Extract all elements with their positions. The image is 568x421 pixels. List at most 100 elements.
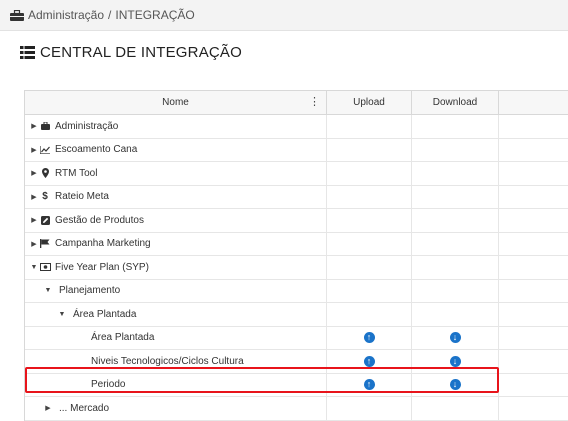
row-name-cell: ▶ RTM Tool — [25, 162, 327, 185]
download-icon[interactable]: ↓ — [449, 379, 461, 391]
collapse-arrow-icon[interactable]: ▼ — [29, 264, 39, 271]
expand-arrow-icon[interactable]: ▶ — [29, 146, 39, 154]
expand-arrow-icon[interactable]: ▶ — [29, 169, 39, 177]
download-icon[interactable]: ↓ — [449, 355, 461, 367]
row-empty-cell — [499, 397, 568, 420]
page-title-text: CENTRAL DE INTEGRAÇÃO — [40, 44, 243, 61]
row-empty-cell — [499, 162, 568, 185]
briefcase-icon — [10, 9, 24, 21]
row-label: RTM Tool — [55, 167, 98, 179]
row-label: Campanha Marketing — [55, 238, 151, 250]
row-name-cell: ▶ Gestão de Produtos — [25, 209, 327, 232]
row-download-cell — [412, 232, 499, 255]
table-row[interactable]: ▼ Planejamento — [25, 279, 568, 303]
upload-icon[interactable]: ↑ — [363, 332, 375, 344]
row-upload-cell: ↑ — [327, 326, 412, 349]
row-download-cell — [412, 209, 499, 232]
row-download-cell: ↓ — [412, 326, 499, 349]
row-empty-cell — [499, 374, 568, 397]
table-row[interactable]: ▶ ... Mercado — [25, 397, 568, 421]
row-label: Five Year Plan (SYP) — [55, 261, 149, 273]
row-upload-cell — [327, 162, 412, 185]
expand-arrow-icon[interactable]: ▶ — [29, 240, 39, 248]
row-download-cell: ↓ — [412, 350, 499, 373]
table-row[interactable]: ▶ RTM Tool — [25, 162, 568, 186]
expand-arrow-icon[interactable]: ▶ — [43, 404, 53, 412]
row-empty-cell — [499, 233, 568, 256]
row-label: ... Mercado — [59, 402, 110, 414]
row-label: Gestão de Produtos — [55, 214, 144, 226]
breadcrumb: Administração / INTEGRAÇÃO — [0, 0, 568, 31]
row-upload-cell — [327, 209, 412, 232]
integration-table: Nome ⋮ Upload Download ▶ Administração ▶… — [24, 90, 568, 421]
row-upload-cell — [327, 138, 412, 161]
row-download-cell — [412, 185, 499, 208]
row-name-cell: ▼ Planejamento — [25, 279, 327, 302]
table-row[interactable]: ▶ Campanha Marketing — [25, 232, 568, 256]
row-label: Administração — [55, 120, 119, 132]
upload-icon[interactable]: ↑ — [363, 379, 375, 391]
table-row[interactable]: Área Plantada ↑ ↓ — [25, 326, 568, 350]
table-row[interactable]: ▼ Área Plantada — [25, 303, 568, 327]
row-upload-cell: ↑ — [327, 373, 412, 396]
column-menu-icon[interactable]: ⋮ — [309, 95, 320, 109]
page-title: CENTRAL DE INTEGRAÇÃO — [20, 44, 242, 61]
table-row[interactable]: Niveis Tecnologicos/Ciclos Cultura ↑ ↓ — [25, 350, 568, 374]
row-download-cell — [412, 303, 499, 326]
row-upload-cell — [327, 397, 412, 420]
row-label: Rateio Meta — [55, 191, 109, 203]
row-download-cell: ↓ — [412, 373, 499, 396]
table-row[interactable]: ▶ $ Rateio Meta — [25, 185, 568, 209]
row-name-cell: Periodo — [25, 373, 327, 396]
table-row[interactable]: ▶ Gestão de Produtos — [25, 209, 568, 233]
dollar-icon: $ — [42, 191, 48, 203]
table-row[interactable]: ▶ Escoamento Cana — [25, 138, 568, 162]
column-header-name-label: Nome — [162, 97, 189, 108]
line-chart-icon — [39, 145, 51, 154]
column-header-download-label: Download — [432, 97, 478, 108]
table-row[interactable]: Periodo ↑ ↓ — [25, 373, 568, 397]
money-icon — [39, 263, 51, 272]
row-name-cell: ▼ Five Year Plan (SYP) — [25, 256, 327, 279]
upload-icon[interactable]: ↑ — [363, 355, 375, 367]
column-header-upload[interactable]: Upload — [327, 91, 412, 114]
row-name-cell: Niveis Tecnologicos/Ciclos Cultura — [25, 350, 327, 373]
row-empty-cell — [499, 327, 568, 350]
table-row[interactable]: ▼ Five Year Plan (SYP) — [25, 256, 568, 280]
row-upload-cell — [327, 185, 412, 208]
table-header: Nome ⋮ Upload Download — [25, 91, 568, 115]
row-name-cell: ▶ Escoamento Cana — [25, 138, 327, 161]
breadcrumb-current: INTEGRAÇÃO — [115, 8, 195, 22]
collapse-arrow-icon[interactable]: ▼ — [43, 287, 53, 294]
column-header-download[interactable]: Download — [412, 91, 499, 114]
edit-icon — [39, 215, 51, 225]
row-name-cell: ▼ Área Plantada — [25, 303, 327, 326]
row-download-cell — [412, 115, 499, 138]
row-empty-cell — [499, 139, 568, 162]
list-icon — [20, 46, 35, 59]
download-icon[interactable]: ↓ — [449, 332, 461, 344]
row-upload-cell — [327, 279, 412, 302]
row-label: Planejamento — [59, 285, 121, 297]
collapse-arrow-icon[interactable]: ▼ — [57, 311, 67, 318]
flag-icon — [39, 239, 51, 249]
table-row[interactable]: ▶ Administração — [25, 115, 568, 139]
expand-arrow-icon[interactable]: ▶ — [29, 216, 39, 224]
column-header-upload-label: Upload — [353, 97, 385, 108]
row-name-cell: ▶ Campanha Marketing — [25, 232, 327, 255]
row-label: Área Plantada — [73, 308, 137, 320]
column-header-name[interactable]: Nome ⋮ — [25, 91, 327, 114]
row-empty-cell — [499, 209, 568, 232]
expand-arrow-icon[interactable]: ▶ — [29, 122, 39, 130]
row-upload-cell — [327, 256, 412, 279]
map-marker-icon — [39, 168, 51, 179]
breadcrumb-root[interactable]: Administração — [28, 8, 104, 22]
row-name-cell: ▶ ... Mercado — [25, 397, 327, 420]
row-upload-cell — [327, 115, 412, 138]
row-download-cell — [412, 138, 499, 161]
row-download-cell — [412, 397, 499, 420]
expand-arrow-icon[interactable]: ▶ — [29, 193, 39, 201]
breadcrumb-separator: / — [108, 8, 112, 22]
row-download-cell — [412, 162, 499, 185]
row-empty-cell — [499, 280, 568, 303]
